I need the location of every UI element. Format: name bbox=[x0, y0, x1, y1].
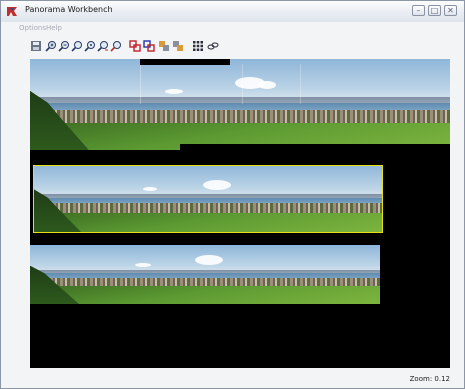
zoom-prev-icon[interactable] bbox=[97, 40, 109, 52]
panorama-gap bbox=[140, 59, 230, 65]
minimize-button[interactable]: – bbox=[412, 5, 425, 16]
layer-red-icon[interactable] bbox=[129, 40, 141, 52]
zoom-next-icon[interactable] bbox=[110, 40, 122, 52]
panorama-canvas[interactable] bbox=[30, 59, 450, 368]
layer-split-icon[interactable] bbox=[172, 40, 184, 52]
zoom-in-icon[interactable] bbox=[45, 40, 57, 52]
maximize-button[interactable]: □ bbox=[428, 5, 441, 16]
zoom-out-icon[interactable] bbox=[58, 40, 70, 52]
menu-bar: Options Help bbox=[1, 22, 464, 36]
menu-options[interactable]: Options bbox=[19, 24, 46, 32]
link-icon[interactable] bbox=[207, 40, 219, 52]
maximize-icon: □ bbox=[430, 6, 439, 15]
layer-merge-icon[interactable] bbox=[158, 40, 170, 52]
zoom-status: Zoom: 0.12 bbox=[409, 375, 450, 383]
layer-blue-icon[interactable] bbox=[143, 40, 155, 52]
panorama-top[interactable] bbox=[30, 59, 450, 150]
zoom-fit-icon[interactable] bbox=[71, 40, 83, 52]
window-title: Panorama Workbench bbox=[25, 5, 113, 14]
close-icon: ✕ bbox=[447, 6, 454, 15]
minimize-icon: – bbox=[416, 6, 421, 15]
title-bar: Panorama Workbench – □ ✕ bbox=[1, 1, 464, 22]
panorama-gap bbox=[180, 144, 450, 154]
grid-icon[interactable] bbox=[192, 40, 204, 52]
app-icon bbox=[7, 7, 17, 16]
zoom-reset-icon[interactable] bbox=[84, 40, 96, 52]
selection-outline bbox=[33, 165, 383, 233]
save-icon[interactable] bbox=[30, 40, 42, 52]
panorama-bottom[interactable] bbox=[30, 245, 380, 304]
app-window: Panorama Workbench – □ ✕ Options Help Zo… bbox=[0, 0, 465, 389]
toolbar bbox=[26, 40, 446, 56]
close-button[interactable]: ✕ bbox=[444, 5, 457, 16]
menu-help[interactable]: Help bbox=[46, 24, 62, 32]
